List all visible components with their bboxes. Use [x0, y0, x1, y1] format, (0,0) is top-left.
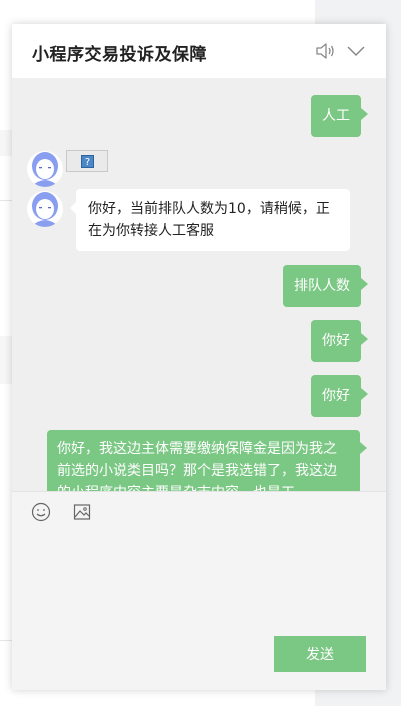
broken-image-placeholder[interactable]: ? — [66, 150, 108, 172]
message-bubble-incoming: 你好，当前排队人数为10，请稍候，正在为你转接人工客服 — [70, 189, 350, 251]
background-page-block — [0, 130, 12, 156]
emoji-icon[interactable] — [31, 502, 51, 522]
agent-avatar — [27, 191, 63, 227]
send-button[interactable]: 发送 — [274, 636, 366, 672]
message-bubble-outgoing: 排队人数 — [283, 265, 368, 307]
background-divider — [0, 640, 12, 641]
message-list[interactable]: 人工 ? 你好，当前排队人数为10，请稍候，正在为你转接人工客服 排队人数 你好… — [12, 78, 386, 491]
message-bubble-outgoing: 你好 — [311, 375, 368, 417]
agent-avatar — [27, 151, 63, 187]
image-icon[interactable] — [72, 502, 92, 522]
message-composer: 发送 — [12, 491, 386, 690]
message-input[interactable] — [32, 532, 370, 636]
chat-title: 小程序交易投诉及保障 — [32, 45, 207, 65]
message-bubble-outgoing: 人工 — [311, 95, 368, 137]
chevron-down-icon[interactable] — [345, 40, 367, 62]
message-bubble-outgoing: 你好 — [311, 320, 368, 362]
complaint-chat-panel: 小程序交易投诉及保障 人工 ? 你好，当前排队人数为10，请稍候，正在为你转接人… — [12, 24, 386, 690]
message-bubble-outgoing: 你好，我这边主体需要缴纳保障金是因为我之前选的小说类目吗？那个是我选错了，我这边… — [47, 430, 367, 491]
background-divider — [0, 200, 12, 201]
background-page-block — [0, 336, 12, 384]
broken-image-icon: ? — [81, 155, 94, 168]
speaker-icon[interactable] — [314, 40, 336, 62]
chat-header: 小程序交易投诉及保障 — [12, 24, 386, 78]
